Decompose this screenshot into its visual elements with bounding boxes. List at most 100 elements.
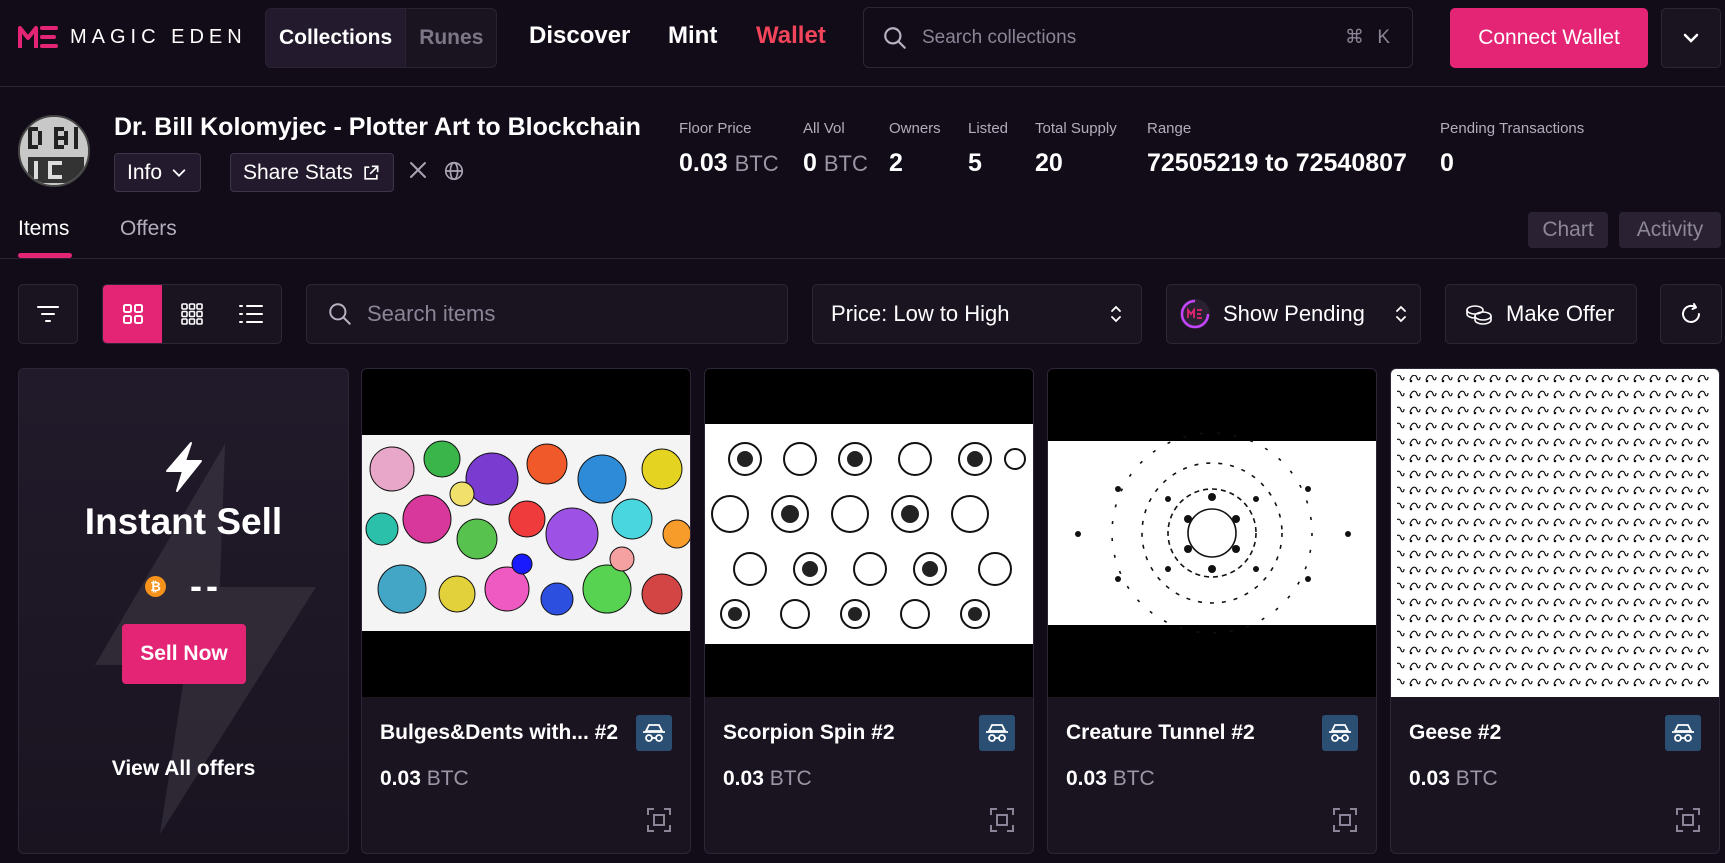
inscription-badge — [1322, 715, 1358, 751]
collection-search[interactable]: Search collections ⌘ K — [863, 7, 1413, 68]
share-stats-button[interactable]: Share Stats — [230, 153, 394, 192]
item-name: Scorpion Spin #2 — [723, 721, 895, 744]
view-mode-toggle — [102, 284, 282, 344]
item-name: Geese #2 — [1409, 721, 1502, 744]
sort-select[interactable]: Price: Low to High — [812, 284, 1142, 344]
chevron-down-icon — [172, 168, 186, 177]
instant-sell-price-value: -- — [190, 565, 222, 606]
x-twitter-icon[interactable] — [408, 160, 428, 180]
item-artwork — [1391, 369, 1719, 697]
chevron-down-icon — [1683, 33, 1699, 43]
scan-icon[interactable] — [646, 807, 672, 833]
stat-total-supply: Total Supply 20 — [1035, 120, 1117, 177]
show-pending-value: Show Pending — [1223, 301, 1365, 326]
search-icon — [329, 303, 351, 325]
inscription-badge — [979, 715, 1015, 751]
scan-icon[interactable] — [1332, 807, 1358, 833]
item-name: Creature Tunnel #2 — [1066, 721, 1255, 744]
view-all-offers-link[interactable]: View All offers — [19, 757, 348, 781]
incognito-icon — [1329, 724, 1351, 742]
segment-runes[interactable]: Runes — [405, 9, 496, 67]
filter-icon — [37, 306, 59, 322]
item-artwork — [1048, 369, 1376, 697]
view-small-grid-button[interactable] — [162, 285, 221, 343]
stat-owners: Owners 2 — [889, 120, 941, 177]
collection-avatar — [18, 115, 90, 187]
incognito-icon — [1672, 724, 1694, 742]
chart-toggle-button[interactable]: Chart — [1528, 212, 1608, 248]
tab-items[interactable]: Items — [18, 217, 69, 241]
item-name: Bulges&Dents with... #2 — [380, 721, 619, 744]
item-artwork-image — [1397, 375, 1713, 691]
nav-discover[interactable]: Discover — [529, 22, 630, 50]
item-artwork-image — [705, 424, 1033, 644]
item-price: 0.03 BTC — [1066, 767, 1155, 790]
item-price: 0.03 BTC — [723, 767, 812, 790]
bitcoin-icon: ₿ — [145, 575, 166, 597]
connect-wallet-button[interactable]: Connect Wallet — [1450, 8, 1648, 68]
item-search[interactable]: Search items — [306, 284, 788, 344]
chevron-up-down-icon — [1396, 305, 1406, 323]
scan-icon[interactable] — [1675, 807, 1701, 833]
item-price: 0.03 BTC — [380, 767, 469, 790]
grid-large-icon — [122, 304, 143, 324]
item-card[interactable]: Creature Tunnel #2 0.03 BTC — [1047, 368, 1377, 854]
item-card[interactable]: Scorpion Spin #2 0.03 BTC — [704, 368, 1034, 854]
search-icon — [884, 26, 906, 49]
lightning-icon — [166, 442, 202, 492]
info-label: Info — [127, 160, 163, 184]
refresh-button[interactable] — [1660, 284, 1722, 344]
menu-dropdown-button[interactable] — [1661, 8, 1721, 68]
sort-select-value: Price: Low to High — [831, 301, 1010, 326]
magic-eden-logo-icon — [18, 26, 58, 48]
brand-logo[interactable]: MAGIC EDEN — [18, 24, 247, 50]
sell-now-button[interactable]: Sell Now — [122, 624, 246, 684]
globe-icon[interactable] — [443, 160, 465, 182]
chevron-up-down-icon — [1111, 305, 1121, 323]
collection-title: Dr. Bill Kolomyjec - Plotter Art to Bloc… — [114, 113, 641, 141]
share-icon — [364, 165, 379, 180]
refresh-icon — [1682, 303, 1700, 323]
nav-mint[interactable]: Mint — [668, 22, 717, 50]
search-input[interactable]: Search collections — [922, 27, 1345, 49]
inscription-badge — [1665, 715, 1701, 751]
magic-eden-spinner-icon — [1180, 299, 1210, 329]
stat-floor-price: Floor Price 0.03 BTC — [679, 120, 779, 177]
inscription-badge — [636, 715, 672, 751]
incognito-icon — [643, 724, 665, 742]
item-artwork — [362, 369, 690, 697]
brand-name: MAGIC EDEN — [70, 25, 247, 48]
coins-icon — [1466, 305, 1492, 325]
scan-icon[interactable] — [989, 807, 1015, 833]
incognito-icon — [986, 724, 1008, 742]
grid-small-icon — [181, 303, 203, 325]
instant-sell-card: Instant Sell ₿ -- Sell Now View All offe… — [18, 368, 349, 854]
view-large-grid-button[interactable] — [103, 285, 163, 343]
instant-sell-title: Instant Sell — [84, 501, 283, 542]
search-items-input[interactable]: Search items — [367, 301, 495, 327]
segment-collections[interactable]: Collections — [266, 9, 406, 67]
stat-listed: Listed 5 — [968, 120, 1009, 177]
stat-range: Range 72505219 to 72540807 — [1147, 120, 1407, 177]
info-dropdown[interactable]: Info — [114, 153, 202, 192]
search-shortcut: ⌘ K — [1345, 27, 1394, 48]
view-list-button[interactable] — [222, 285, 281, 343]
collection-avatar-image — [20, 117, 88, 185]
show-pending-select[interactable]: Show Pending — [1166, 284, 1421, 344]
instant-sell-price: ₿ -- — [19, 565, 348, 607]
item-card[interactable]: Geese #2 0.03 BTC — [1390, 368, 1720, 854]
activity-toggle-button[interactable]: Activity — [1619, 212, 1721, 248]
tab-offers[interactable]: Offers — [120, 217, 177, 241]
stat-all-volume: All Vol 0 BTC — [803, 120, 868, 177]
make-offer-label: Make Offer — [1506, 301, 1615, 326]
make-offer-button[interactable]: Make Offer — [1445, 284, 1637, 344]
filter-button[interactable] — [18, 284, 78, 344]
nav-wallet[interactable]: Wallet — [756, 22, 826, 50]
item-artwork — [705, 369, 1033, 697]
tabs-divider — [0, 258, 1725, 259]
item-card[interactable]: Bulges&Dents with... #2 0.03 BTC — [361, 368, 691, 854]
stat-pending-transactions: Pending Transactions 0 — [1440, 120, 1585, 177]
top-bar: MAGIC EDEN Collections Runes Discover Mi… — [0, 0, 1725, 87]
item-artwork-image — [1048, 432, 1376, 634]
list-icon — [239, 305, 264, 323]
